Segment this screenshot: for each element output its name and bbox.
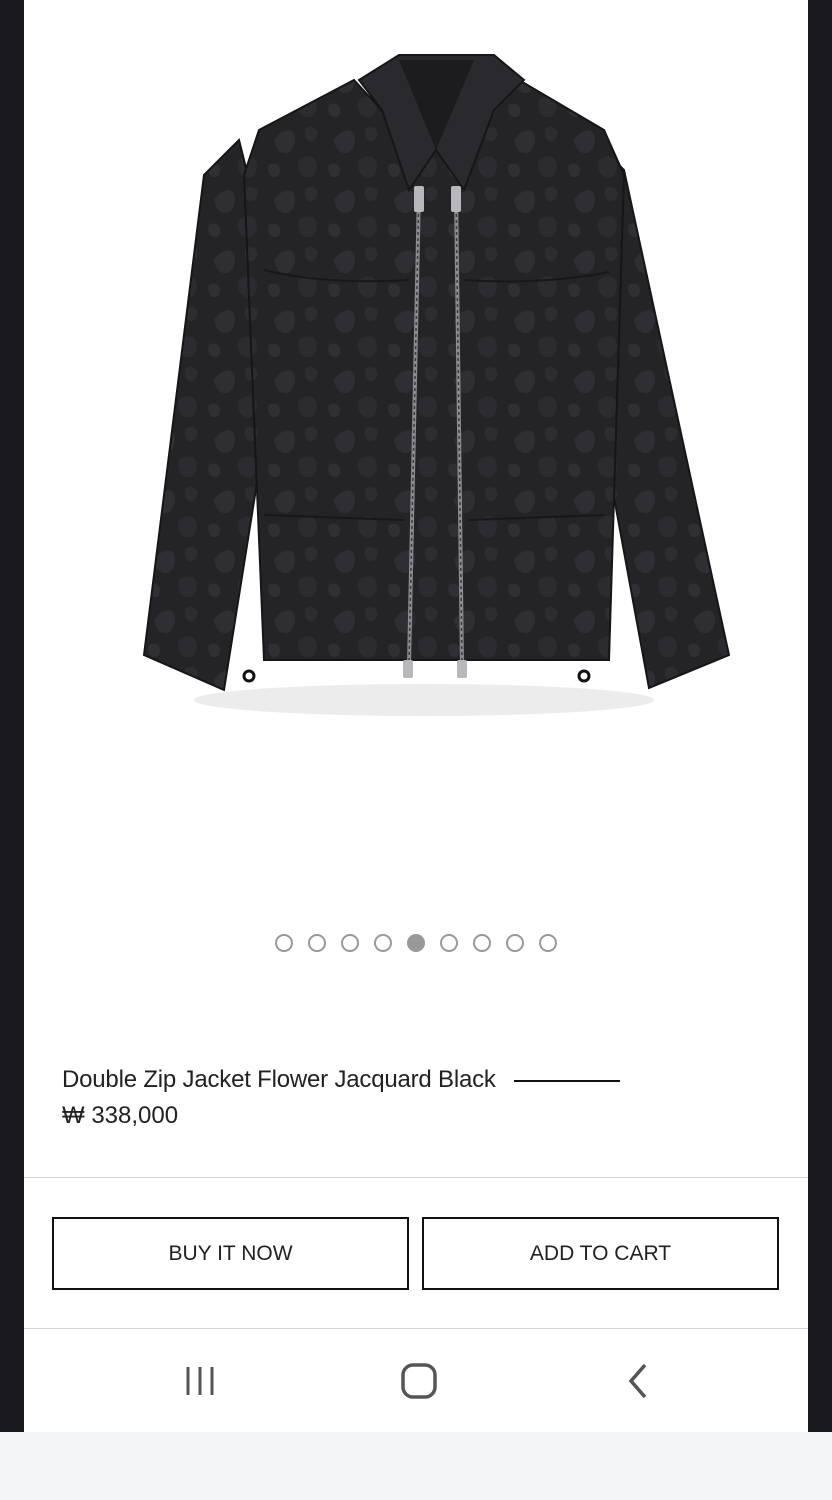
gallery-dot[interactable] bbox=[473, 934, 491, 952]
home-button[interactable] bbox=[389, 1357, 449, 1405]
gallery-pagination bbox=[24, 934, 808, 952]
add-to-cart-button[interactable]: ADD TO CART bbox=[422, 1217, 779, 1290]
system-nav-bar bbox=[24, 1329, 808, 1432]
gallery-dot[interactable] bbox=[275, 934, 293, 952]
recents-icon bbox=[186, 1367, 214, 1395]
screen: Double Zip Jacket Flower Jacquard Black … bbox=[0, 0, 832, 1432]
gallery-dot[interactable] bbox=[539, 934, 557, 952]
product-page: Double Zip Jacket Flower Jacquard Black … bbox=[24, 0, 808, 1432]
gallery-dot[interactable] bbox=[374, 934, 392, 952]
title-row: Double Zip Jacket Flower Jacquard Black bbox=[62, 1066, 782, 1094]
buy-it-now-button[interactable]: BUY IT NOW bbox=[52, 1217, 409, 1290]
recents-button[interactable] bbox=[170, 1357, 230, 1405]
back-icon bbox=[628, 1363, 647, 1399]
product-price: ₩ 338,000 bbox=[62, 1102, 179, 1129]
divider bbox=[24, 1177, 808, 1178]
gallery-dot[interactable] bbox=[440, 934, 458, 952]
gallery-dot[interactable] bbox=[407, 934, 425, 952]
home-icon bbox=[401, 1363, 437, 1399]
product-image[interactable] bbox=[24, 0, 808, 900]
product-title: Double Zip Jacket Flower Jacquard Black bbox=[62, 1066, 496, 1093]
gallery-dot[interactable] bbox=[341, 934, 359, 952]
bottom-strip bbox=[0, 1432, 832, 1500]
title-underline bbox=[513, 1080, 620, 1082]
product-info: Double Zip Jacket Flower Jacquard Black … bbox=[62, 1066, 782, 1130]
gallery-dot[interactable] bbox=[506, 934, 524, 952]
gallery-dot[interactable] bbox=[308, 934, 326, 952]
back-button[interactable] bbox=[608, 1357, 668, 1405]
